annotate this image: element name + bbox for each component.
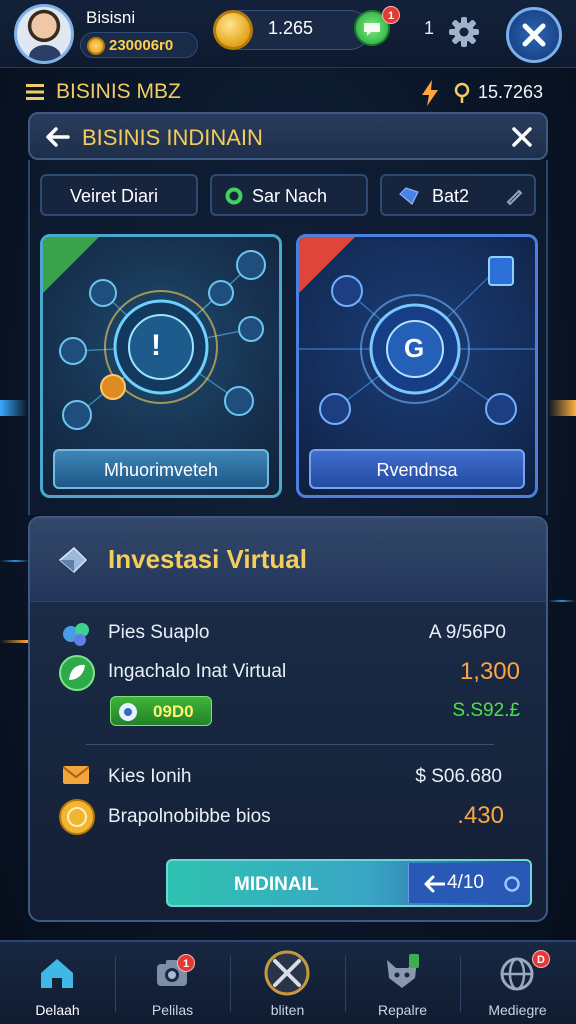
nav-battle[interactable]: bliten [230,942,345,1024]
circuit-line [0,560,30,562]
network-hub-icon [59,250,266,430]
nav-pelilas[interactable]: 1 Pelilas [115,942,230,1024]
back-arrow-icon[interactable] [44,126,70,148]
avatar[interactable] [14,4,74,64]
tab-label: Veiret Diari [70,186,159,206]
home-icon [41,959,73,988]
row-value: $ S06.680 [415,766,502,787]
nav-badge: D [532,950,550,968]
investment-title: Investasi Virtual [108,544,307,574]
bottom-nav: Delaah 1 Pelilas bliten Repalre D Medieg… [0,940,576,1024]
invest-cta-button[interactable]: MIDINAIL 4/10 [166,859,532,907]
close-button[interactable] [506,7,562,63]
row-value: S.S92.£ [452,700,520,721]
left-glow-bar [0,400,28,416]
right-glow-bar [548,400,576,416]
fox-icon [387,954,419,988]
leaf-coin-icon [59,655,95,691]
tab-label: Sar Nach [252,186,328,206]
cta-label: MIDINAIL [234,874,319,895]
nav-mediegre[interactable]: D Mediegre [460,942,575,1024]
card-center-glyph: ! [151,329,161,362]
close-icon[interactable] [510,125,534,149]
card-center-glyph: G [404,333,425,363]
lightning-icon [422,80,438,106]
cta-counter-text: 4/10 [447,872,484,893]
circuit-line [0,640,28,643]
card-right-button[interactable]: Rvendnsa [309,449,525,489]
row-label: Pies Suaplo [108,622,210,643]
chat-badge: 1 [382,6,400,24]
chip-icon [119,703,137,721]
gold-amount: 1.265 [268,18,314,38]
nav-badge: 1 [177,954,195,972]
panel-header: BISINIS INDINAIN [28,112,548,160]
menu-icon[interactable] [26,82,44,102]
nav-home[interactable]: Delaah [0,942,115,1024]
nav-label: Mediegre [488,1002,547,1018]
diamond-icon [399,187,419,205]
row-value: A 9/56P0 [428,622,506,643]
coin-balance: 230006r0 [80,32,198,58]
nav-label: bliten [270,1002,305,1018]
player-id: 15.7263 [478,82,544,102]
circuit-line [548,600,576,602]
puzzle-icon [63,623,89,646]
investment-panel: Investasi Virtual Pies Suaplo A 9/56P0 I… [28,516,548,922]
top-count: 1 [424,18,435,38]
row-label: Kies Ionih [108,766,192,787]
nav-label: Delaah [35,1002,80,1018]
tab-veiret-diari[interactable]: Veiret Diari [40,174,198,216]
business-card-right[interactable]: G Rvendnsa [296,234,538,498]
gear-icon [449,17,479,47]
section-strip: BISINIS MBZ 15.7263 [0,72,576,112]
crossed-swords-icon [264,950,310,996]
card-left-button[interactable]: Mhuorimveteh [53,449,269,489]
nav-label: Pelilas [151,1002,194,1018]
pin-icon [454,82,470,103]
business-card-left[interactable]: ! Mhuorimveteh [40,234,282,498]
envelope-icon [62,766,90,784]
bonus-chip[interactable]: 09D0 [110,696,212,726]
section-title: BISINIS MBZ [56,80,181,103]
tab-bat2[interactable]: Bat2 [380,174,536,216]
diamond-icon [58,546,88,574]
ring-icon [504,876,520,892]
top-bar: Bisisni 230006r0 1.265 1 1 [0,0,576,68]
coin-icon [87,37,105,55]
panel-title: BISINIS INDINAIN [82,125,263,150]
tab-label: Bat2 [432,186,470,206]
investment-header: Investasi Virtual [30,518,546,602]
row-label: Brapolnobibbe bios [108,806,271,827]
cta-counter[interactable]: 4/10 [408,863,530,903]
chip-label: 09D0 [153,702,194,721]
row-value: 1,300 [459,658,520,685]
gold-coin-icon [213,10,253,50]
nav-label: Repalre [377,1002,428,1018]
divider [86,744,494,745]
arrow-left-icon [424,875,445,893]
row-label: Ingachalo Inat Virtual [108,661,287,682]
row-value: .430 [457,802,504,829]
player-name: Bisisni [86,8,136,27]
nav-repalre[interactable]: Repalre [345,942,460,1024]
settings-button[interactable] [446,14,482,50]
pencil-icon [506,189,523,206]
coin-amount: 230006r0 [109,37,174,54]
ring-icon [225,187,243,205]
tab-sar-nach[interactable]: Sar Nach [210,174,368,216]
coin-icon [59,799,95,835]
close-icon [522,23,546,47]
